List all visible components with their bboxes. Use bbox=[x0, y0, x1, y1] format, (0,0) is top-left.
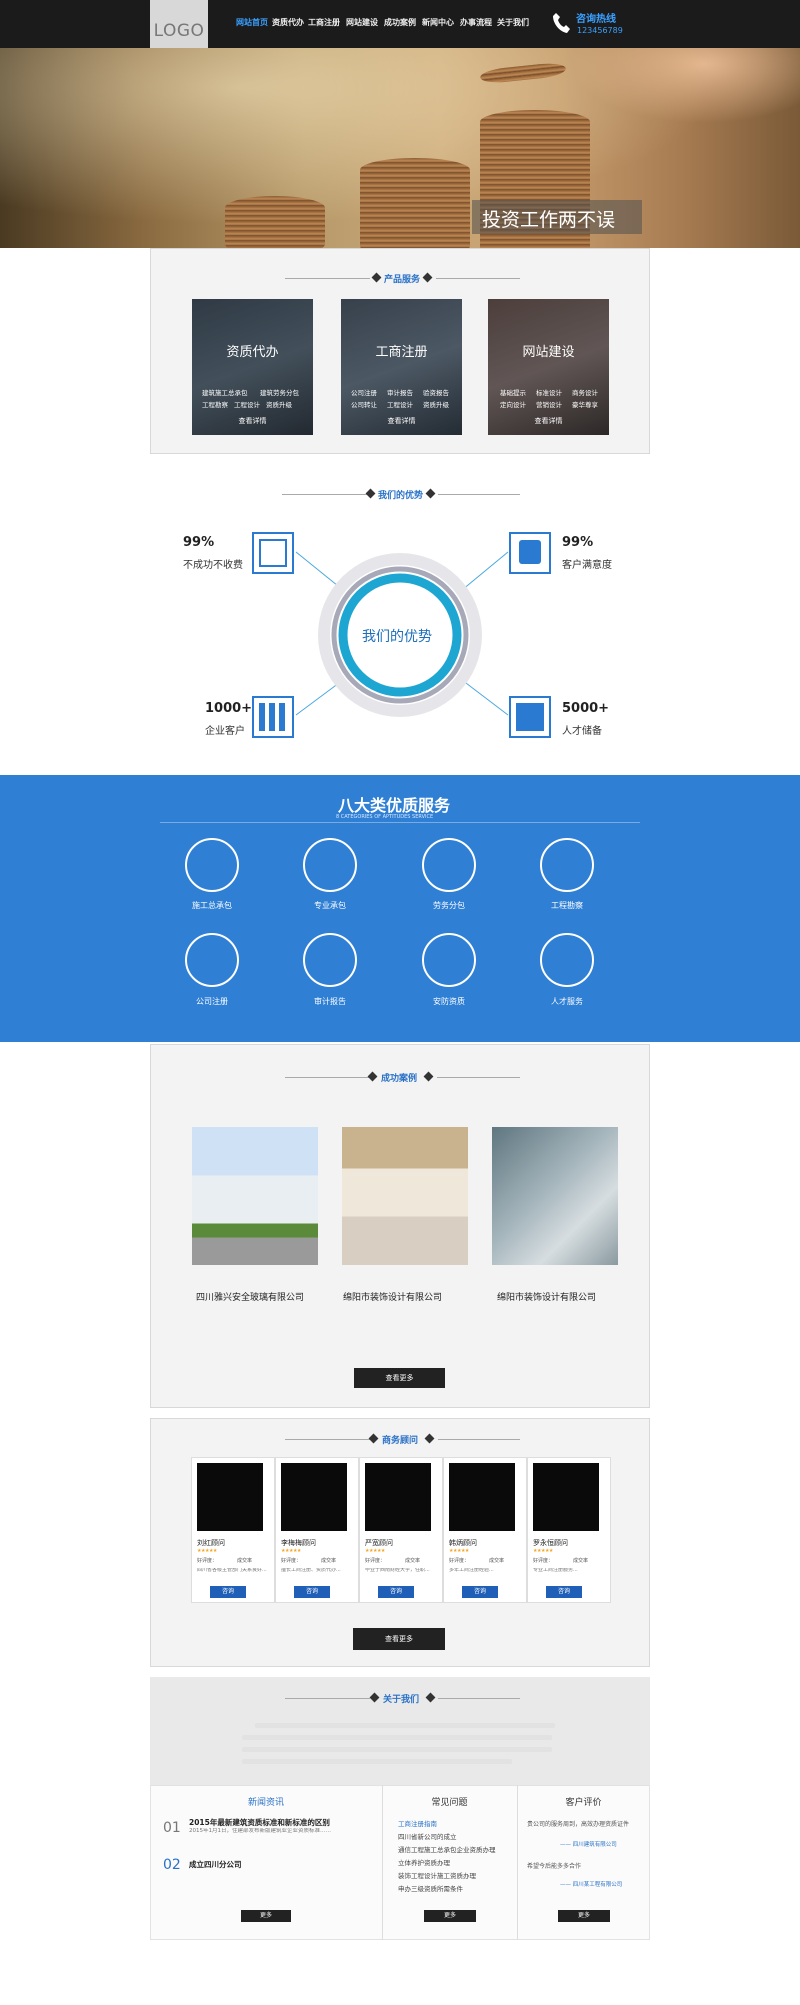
news-title[interactable]: 新闻资讯 bbox=[150, 1795, 382, 1808]
cases-more-button[interactable]: 查看更多 bbox=[354, 1368, 445, 1388]
case-image[interactable] bbox=[192, 1127, 318, 1265]
reviews-more-button[interactable]: 更多 bbox=[558, 1910, 610, 1922]
case-image[interactable] bbox=[342, 1127, 468, 1265]
consultant-card: 严宽顾问 ★★★★★ 好评度： 成交率 毕业于西南财经大学，任职... 咨询 bbox=[359, 1457, 443, 1603]
workers-icon[interactable] bbox=[422, 838, 476, 892]
service-label[interactable]: 施工总承包 bbox=[162, 900, 262, 911]
adv-label: 企业客户 bbox=[205, 726, 245, 737]
user-icon[interactable] bbox=[540, 933, 594, 987]
adv-label: 客户满意度 bbox=[562, 560, 612, 571]
consultants-more-button[interactable]: 查看更多 bbox=[353, 1628, 445, 1650]
adv-value: 99% bbox=[562, 535, 594, 550]
consultants-title: 商务顾问 bbox=[382, 1436, 419, 1446]
document-edit-icon[interactable] bbox=[185, 933, 239, 987]
about-title: 关于我们 bbox=[383, 1695, 420, 1705]
service-label[interactable]: 公司注册 bbox=[162, 996, 262, 1007]
faq-item[interactable]: 通信工程施工总承包企业资质办理 bbox=[398, 1844, 496, 1854]
case-name[interactable]: 四川雅兴安全玻璃有限公司 bbox=[196, 1290, 304, 1303]
faq-item[interactable]: 四川省新公司的成立 bbox=[398, 1831, 457, 1841]
review-author: —— 四川建筑有限公司 bbox=[560, 1842, 617, 1848]
thumbs-up-icon bbox=[509, 532, 551, 574]
services-title: 八大类优质服务 bbox=[338, 796, 451, 815]
faq-item[interactable]: 立体养护资质办理 bbox=[398, 1857, 450, 1867]
shield-icon[interactable] bbox=[422, 933, 476, 987]
case-name[interactable]: 绵阳市装饰设计有限公司 bbox=[343, 1290, 442, 1303]
consultant-card: 韩炳顾问 ★★★★★ 好评度： 成交率 多年工商注册经验... 咨询 bbox=[443, 1457, 527, 1603]
consult-button[interactable]: 咨询 bbox=[546, 1586, 582, 1598]
adv-value: 5000+ bbox=[562, 701, 610, 716]
adv-label: 人才储备 bbox=[562, 726, 602, 737]
faq-item[interactable]: 工商注册指南 bbox=[398, 1818, 437, 1828]
advantages-center: 我们的优势 bbox=[362, 629, 432, 645]
service-label[interactable]: 工程勘察 bbox=[517, 900, 617, 911]
review-text: 希望今后能多多合作 bbox=[527, 1863, 582, 1870]
consultant-photo bbox=[365, 1463, 431, 1531]
service-label[interactable]: 专业承包 bbox=[280, 900, 380, 911]
building-icon[interactable] bbox=[185, 838, 239, 892]
news-number: 02 bbox=[163, 1857, 181, 1873]
crane-icon[interactable] bbox=[303, 838, 357, 892]
consultant-photo bbox=[281, 1463, 347, 1531]
faq-item[interactable]: 装饰工程设计施工资质办理 bbox=[398, 1870, 476, 1880]
consultant-photo bbox=[197, 1463, 263, 1531]
consult-button[interactable]: 咨询 bbox=[462, 1586, 498, 1598]
faq-more-button[interactable]: 更多 bbox=[424, 1910, 476, 1922]
people-grid-icon bbox=[252, 696, 294, 738]
review-author: —— 四川某工程有限公司 bbox=[560, 1882, 623, 1888]
case-image[interactable] bbox=[492, 1127, 618, 1265]
consultant-card: 刘红顾问 ★★★★★ 好评度： 成交率 四川省各级主管部门关系良好... 咨询 bbox=[191, 1457, 275, 1603]
person-icon bbox=[509, 696, 551, 738]
consultant-card: 罗永恒顾问 ★★★★★ 好评度： 成交率 专业工商注册服务... 咨询 bbox=[527, 1457, 611, 1603]
news-summary: 2015年1月1日，住建部发布新版建筑业企业资质标准…… bbox=[189, 1828, 331, 1834]
news-more-button[interactable]: 更多 bbox=[241, 1910, 291, 1922]
adv-label: 不成功不收费 bbox=[183, 560, 243, 571]
faq-title: 常见问题 bbox=[431, 1798, 468, 1808]
case-name[interactable]: 绵阳市装饰设计有限公司 bbox=[497, 1290, 596, 1303]
consultant-photo bbox=[449, 1463, 515, 1531]
service-label[interactable]: 安防资质 bbox=[399, 996, 499, 1007]
money-icon bbox=[252, 532, 294, 574]
service-label[interactable]: 人才服务 bbox=[517, 996, 617, 1007]
news-headline[interactable]: 成立四川分公司 bbox=[189, 1859, 242, 1870]
reviews-title: 客户评价 bbox=[565, 1798, 602, 1808]
consultant-card: 李梅梅顾问 ★★★★★ 好评度： 成交率 擅长工商注册、资质代办... 咨询 bbox=[275, 1457, 359, 1603]
service-label[interactable]: 审计报告 bbox=[280, 996, 380, 1007]
consult-button[interactable]: 咨询 bbox=[378, 1586, 414, 1598]
faq-item[interactable]: 申办三级资质所需条件 bbox=[398, 1883, 463, 1893]
cases-title: 成功案例 bbox=[381, 1074, 418, 1084]
bar-chart-icon[interactable] bbox=[303, 933, 357, 987]
consult-button[interactable]: 咨询 bbox=[294, 1586, 330, 1598]
adv-value: 99% bbox=[183, 535, 215, 550]
expand-icon[interactable] bbox=[540, 838, 594, 892]
services-subtitle: 8 CATEGORIES OF APTITUDES SERVICE bbox=[336, 814, 434, 820]
consult-button[interactable]: 咨询 bbox=[210, 1586, 246, 1598]
news-headline[interactable]: 2015年最新建筑资质标准和新标准的区别 bbox=[189, 1817, 330, 1828]
review-text: 贵公司的服务周到，高效办理资质证件 bbox=[527, 1821, 630, 1828]
adv-value: 1000+ bbox=[205, 701, 253, 716]
advantages-graphic bbox=[295, 551, 509, 717]
news-number: 01 bbox=[163, 1820, 181, 1836]
service-label[interactable]: 劳务分包 bbox=[399, 900, 499, 911]
consultant-photo bbox=[533, 1463, 599, 1531]
